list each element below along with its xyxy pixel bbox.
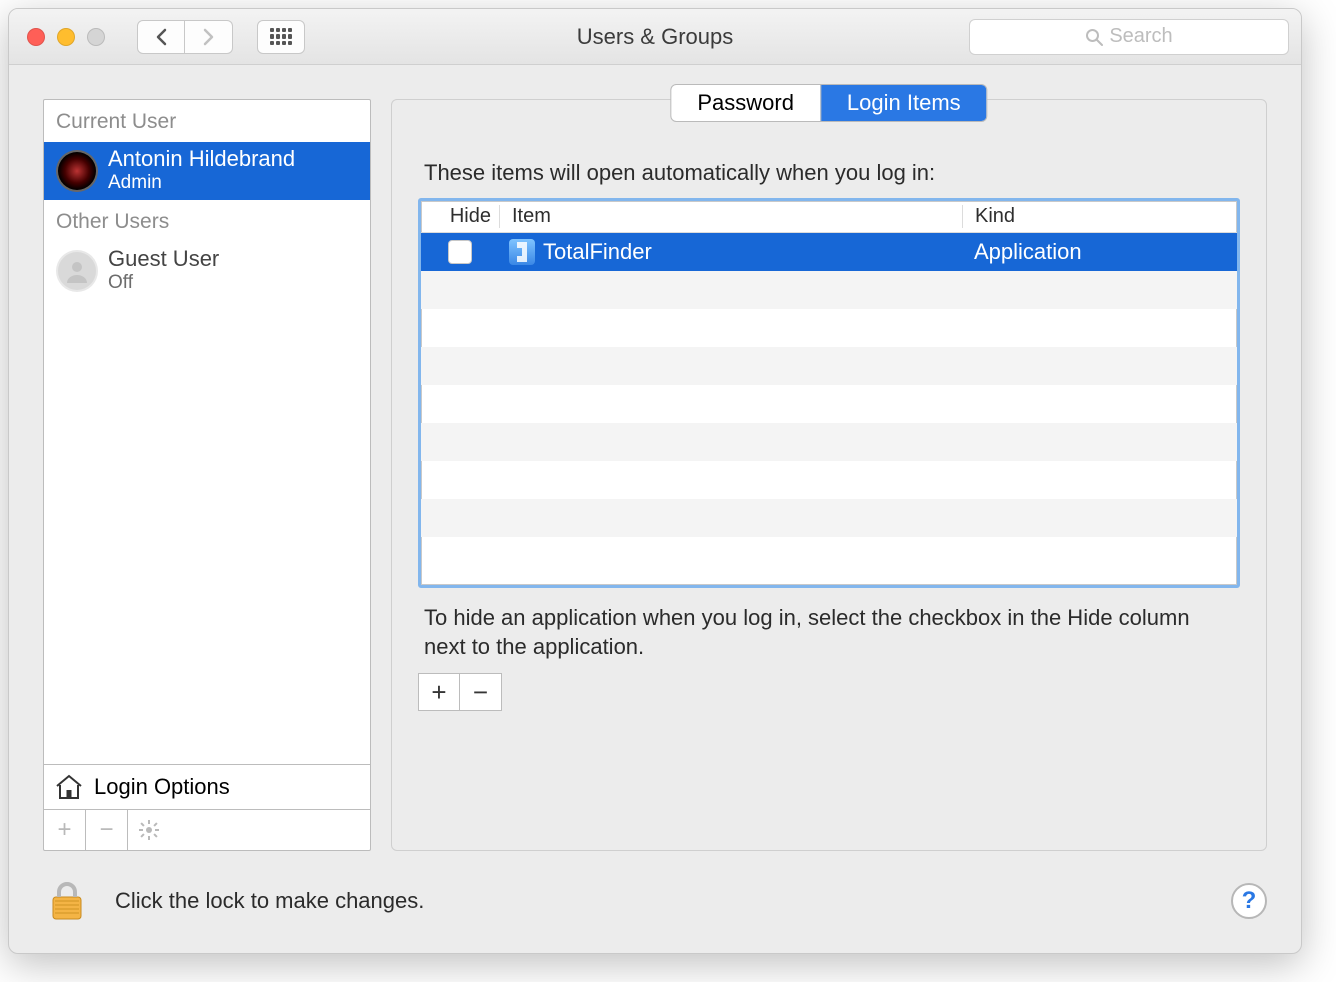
plus-icon: + [431,677,446,708]
grid-icon [270,28,292,46]
add-item-button[interactable]: + [418,673,460,711]
table-row [421,461,1237,499]
table-row [421,347,1237,385]
user-row-current[interactable]: Antonin Hildebrand Admin [44,142,370,200]
user-list-buttons: + − [44,809,370,850]
question-icon: ? [1242,887,1257,915]
search-icon [1085,28,1103,46]
search-placeholder: Search [1109,25,1172,48]
item-name: TotalFinder [543,239,652,265]
table-header: Hide Item Kind [421,201,1237,233]
user-role: Off [108,272,219,294]
table-row [421,385,1237,423]
login-options-label: Login Options [94,774,230,800]
user-row-guest[interactable]: Guest User Off [44,242,370,300]
table-row [421,499,1237,537]
hide-checkbox[interactable] [448,240,472,264]
user-actions-button[interactable] [128,810,170,850]
section-other-users: Other Users [44,200,370,242]
lock-text: Click the lock to make changes. [115,888,424,914]
main-panel: Password Login Items These items will op… [391,99,1267,851]
zoom-window-button [87,28,105,46]
chevron-left-icon [154,28,168,46]
login-options-button[interactable]: Login Options [44,764,370,809]
home-icon [54,773,84,801]
minus-icon: − [473,677,488,708]
titlebar: Users & Groups Search [9,9,1301,65]
user-role: Admin [108,172,295,194]
back-button[interactable] [137,20,185,54]
remove-user-button[interactable]: − [86,810,128,850]
table-row [421,309,1237,347]
tab-password[interactable]: Password [671,85,820,121]
add-remove-buttons: + − [418,673,1240,711]
table-body: TotalFinder Application [421,233,1237,585]
user-list: Current User Antonin Hildebrand Admin Ot… [43,99,371,851]
table-row[interactable]: TotalFinder Application [421,233,1237,271]
col-hide[interactable]: Hide [421,205,499,228]
minus-icon: − [99,816,113,844]
section-current-user: Current User [44,100,370,142]
show-all-button[interactable] [257,20,305,54]
lock-icon [43,877,91,925]
gear-icon [139,820,159,840]
content-area: Current User Antonin Hildebrand Admin Ot… [9,65,1301,851]
avatar [56,150,98,192]
col-kind[interactable]: Kind [962,205,1237,228]
col-item[interactable]: Item [499,205,962,228]
item-kind: Application [962,239,1237,265]
table-row [421,423,1237,461]
plus-icon: + [57,816,71,844]
minimize-window-button[interactable] [57,28,75,46]
nav-buttons [137,20,233,54]
table-row [421,271,1237,309]
close-window-button[interactable] [27,28,45,46]
chevron-right-icon [202,28,216,46]
person-icon [63,257,91,285]
table-row [421,537,1237,575]
window-controls [27,28,105,46]
intro-text: These items will open automatically when… [424,160,1234,186]
help-button[interactable]: ? [1231,883,1267,919]
lock-row: Click the lock to make changes. ? [43,877,1267,925]
login-items-table: Hide Item Kind TotalFinder Application [418,198,1240,588]
forward-button [185,20,233,54]
add-user-button[interactable]: + [44,810,86,850]
user-name: Guest User [108,248,219,270]
avatar [56,250,98,292]
tab-login-items[interactable]: Login Items [820,85,987,121]
hint-text: To hide an application when you log in, … [424,604,1234,661]
tab-group: Password Login Items [670,84,987,122]
search-input[interactable]: Search [969,19,1289,55]
lock-button[interactable] [43,877,91,925]
remove-item-button[interactable]: − [460,673,502,711]
user-name: Antonin Hildebrand [108,148,295,170]
preferences-window: Users & Groups Search Current User Anton… [8,8,1302,954]
app-icon [509,239,535,265]
